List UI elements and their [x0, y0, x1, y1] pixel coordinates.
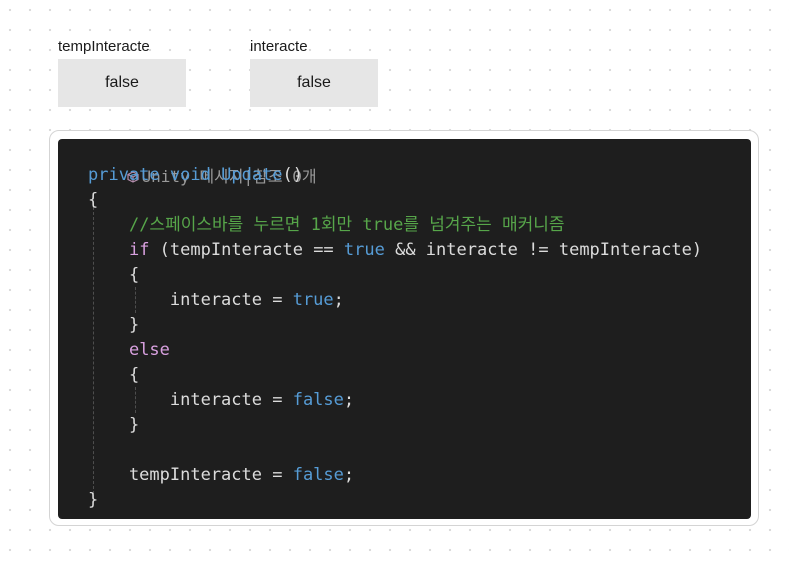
variable-value-interacte: false	[250, 59, 378, 107]
code-token: interacte =	[88, 290, 293, 310]
code-token: (tempInteracte ==	[149, 240, 344, 260]
variable-name-tempinteracte: tempInteracte	[58, 38, 150, 55]
code-line: tempInteracte = false;	[88, 463, 354, 488]
code-token: true	[343, 240, 385, 260]
code-token: && interacte != tempInteracte)	[384, 240, 703, 260]
code-token: Update	[221, 165, 283, 185]
code-token: ()	[282, 165, 304, 185]
code-token: ;	[333, 290, 344, 310]
code-line: private void Update()	[88, 163, 303, 188]
code-token: }	[88, 490, 99, 510]
code-token: private	[88, 165, 160, 185]
code-token: if	[128, 240, 150, 260]
code-line: //스페이스바를 누르면 1회만 true를 넘겨주는 매커니즘	[88, 213, 565, 238]
code-line: interacte = false;	[88, 388, 354, 413]
code-token: {	[88, 265, 140, 285]
variable-value-tempinteracte: false	[58, 59, 186, 107]
code-token: false	[292, 390, 344, 410]
variable-name-interacte: interacte	[250, 38, 308, 55]
code-line: }	[88, 413, 139, 438]
code-line: }	[88, 313, 139, 338]
code-line: {	[88, 363, 139, 388]
codelens[interactable]: Unity 메시지|참조 0개	[88, 139, 317, 186]
code-token: //스페이스바를 누르면 1회만 true를 넘겨주는 매커니즘	[128, 215, 565, 235]
code-editor-panel: Unity 메시지|참조 0개 private void Update(){ /…	[58, 139, 751, 519]
code-token: tempInteracte =	[88, 465, 293, 485]
code-line: }	[88, 488, 98, 513]
code-line: {	[88, 263, 139, 288]
code-line: else	[88, 338, 170, 363]
code-token: ;	[343, 390, 355, 410]
code-line: if (tempInteracte == true && interacte !…	[88, 238, 702, 263]
code-token: else	[128, 340, 170, 360]
code-token: false	[292, 465, 344, 485]
code-line: interacte = true;	[88, 288, 344, 313]
code-token: true	[292, 290, 334, 310]
code-line: {	[88, 188, 98, 213]
code-token: {	[88, 365, 140, 385]
code-token: interacte =	[88, 390, 293, 410]
code-token: void	[169, 165, 211, 185]
code-token: ;	[343, 465, 355, 485]
code-token: {	[88, 190, 99, 210]
code-token: }	[88, 315, 140, 335]
code-token: }	[88, 415, 140, 435]
